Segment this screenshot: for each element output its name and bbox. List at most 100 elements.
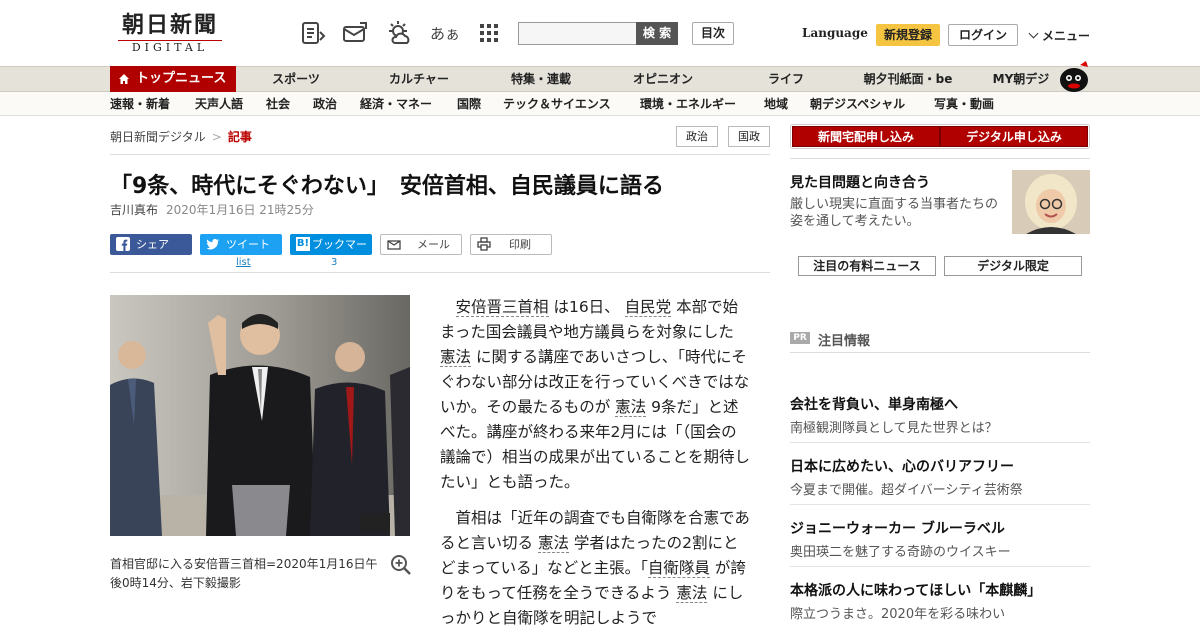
subnav-economy[interactable]: 経済・マネー xyxy=(360,92,432,116)
font-size-icon[interactable]: あぁ xyxy=(430,20,460,46)
subnav-tensei-jingo[interactable]: 天声人語 xyxy=(195,92,243,116)
tag-politics[interactable]: 政治 xyxy=(676,126,718,147)
subnav-region[interactable]: 地域 xyxy=(764,92,788,116)
keyword-link[interactable]: 憲法 xyxy=(440,348,472,367)
login-button[interactable]: ログイン xyxy=(948,24,1018,46)
mail-share-button[interactable]: メール xyxy=(380,234,462,255)
tag-national-politics[interactable]: 国政 xyxy=(728,126,770,147)
keyword-link[interactable]: 自衛隊員 xyxy=(647,559,710,578)
keyword-link[interactable]: 憲法 xyxy=(615,398,647,417)
publish-date: 2020年1月16日 21時25分 xyxy=(166,203,314,217)
mail-share-label: メール xyxy=(417,238,450,251)
pr-item-description: 南極観測隊員として見た世界とは？ xyxy=(790,421,998,436)
asahi-digital-logo[interactable]: 朝日新聞 DIGITAL xyxy=(110,12,230,56)
twitter-share-button[interactable]: ツイート xyxy=(200,234,282,255)
article-body: 安倍晋三首相 は16日、 自民党 本部で始まった国会議員や地方議員らを対象にした… xyxy=(440,295,750,630)
nav-item-newspaper[interactable]: 朝夕刊紙面・be xyxy=(856,66,960,92)
breadcrumb: 朝日新聞デジタル > 記事 xyxy=(110,128,252,145)
hatena-count[interactable]: 3 xyxy=(331,257,337,268)
index-button[interactable]: 目次 xyxy=(692,22,734,45)
digital-limited-button[interactable]: デジタル限定 xyxy=(944,256,1082,276)
divider xyxy=(790,566,1090,567)
apps-grid-icon[interactable] xyxy=(476,20,502,46)
subnav-environment[interactable]: 環境・エネルギー xyxy=(640,92,736,116)
twitter-count[interactable]: list xyxy=(236,257,251,268)
nav-item-opinion[interactable]: オピニオン xyxy=(622,66,704,92)
subnav-international[interactable]: 国際 xyxy=(457,92,481,116)
facebook-share-button[interactable]: シェア xyxy=(110,234,192,255)
pr-item-title[interactable]: 日本に広めたい、心のバリアフリー xyxy=(790,456,1014,476)
nav-item-sports[interactable]: スポーツ xyxy=(256,66,336,92)
subnav-tech-science[interactable]: テック＆サイエンス xyxy=(503,92,611,116)
article-title: 「9条、時代にそぐわない」 安倍首相、自民議員に語る xyxy=(110,174,664,199)
pr-item-description: 今夏まで開催。超ダイバーシティ芸術祭 xyxy=(790,483,1023,498)
subnav-society[interactable]: 社会 xyxy=(266,92,290,116)
menu-button[interactable]: メニュー xyxy=(1028,27,1090,44)
feature-thumbnail[interactable] xyxy=(1012,170,1090,234)
zoom-in-icon[interactable] xyxy=(390,554,412,576)
keyword-link[interactable]: 安倍晋三首相 xyxy=(455,298,549,317)
divider xyxy=(110,272,770,273)
digital-subscribe-button[interactable]: デジタル申し込み xyxy=(940,126,1088,147)
print-label: 印刷 xyxy=(509,238,531,251)
home-icon xyxy=(119,74,129,84)
logo-sub-text: DIGITAL xyxy=(118,40,222,55)
breadcrumb-separator: > xyxy=(211,130,222,144)
pr-item-title[interactable]: 本格派の人に味わってほしい「本麒麟」 xyxy=(790,580,1041,600)
feature-description: 厳しい現実に直面する当事者たちの姿を通して考えたい。 xyxy=(790,197,999,229)
facebook-icon xyxy=(116,237,130,251)
feature-title[interactable]: 見た目問題と向き合う xyxy=(790,172,930,192)
keyword-link[interactable]: 自民党 xyxy=(624,298,672,317)
divider xyxy=(790,158,1090,159)
breadcrumb-current: 記事 xyxy=(227,130,252,144)
subnav-special[interactable]: 朝デジスペシャル xyxy=(810,92,905,116)
pr-item-description: 際立つうまさ。2020年を彩る味わい xyxy=(790,607,1006,622)
nav-item-features[interactable]: 特集・連載 xyxy=(500,66,582,92)
divider xyxy=(110,154,770,155)
printer-icon xyxy=(477,237,491,251)
subnav-breaking[interactable]: 速報・新着 xyxy=(110,92,170,116)
article-photo[interactable] xyxy=(110,295,410,536)
byline: 吉川真布 2020年1月16日 21時25分 xyxy=(110,201,314,218)
language-link[interactable]: Language xyxy=(802,26,868,40)
mail-icon[interactable] xyxy=(342,20,368,46)
pr-item-description: 奥田瑛二を魅了する奇跡のウイスキー xyxy=(790,545,1011,560)
breadcrumb-home[interactable]: 朝日新聞デジタル xyxy=(110,130,206,144)
premium-news-button[interactable]: 注目の有料ニュース xyxy=(798,256,936,276)
divider xyxy=(790,442,1090,443)
nav-top-news[interactable]: トップニュース xyxy=(110,66,236,92)
pr-item-title[interactable]: 会社を背負い、単身南極へ xyxy=(790,394,958,414)
twitter-bird-icon xyxy=(206,238,219,250)
news-list-icon[interactable] xyxy=(300,20,326,46)
hatena-b-icon: B! xyxy=(296,237,310,251)
article-paragraph: 首相は「近年の調査でも自衛隊を合憲であると言い切る 憲法 学者はたったの2割にと… xyxy=(440,506,750,630)
chevron-down-icon xyxy=(1028,28,1039,39)
divider xyxy=(790,504,1090,505)
article-paragraph: 安倍晋三首相 は16日、 自民党 本部で始まった国会議員や地方議員らを対象にした… xyxy=(440,295,750,495)
facebook-share-label: シェア xyxy=(136,238,169,251)
pr-badge: PR xyxy=(790,332,810,344)
photo-caption: 首相官邸に入る安倍晋三首相=2020年1月16日午後0時14分、岩下毅撮影 xyxy=(110,557,378,590)
subnav-politics[interactable]: 政治 xyxy=(313,92,337,116)
nav-item-culture[interactable]: カルチャー xyxy=(378,66,460,92)
text-segment: は16日、 xyxy=(553,298,620,316)
divider xyxy=(790,352,1090,353)
nav-top-label: トップニュース xyxy=(136,71,227,86)
nav-item-my-asadigi[interactable]: MY朝デジ xyxy=(982,66,1060,92)
twitter-share-label: ツイート xyxy=(226,238,270,251)
logo-main-text: 朝日新聞 xyxy=(121,12,218,38)
weather-icon[interactable] xyxy=(386,20,412,46)
hatena-bookmark-button[interactable]: B! ブックマーク xyxy=(290,234,372,272)
register-button[interactable]: 新規登録 xyxy=(876,24,940,46)
nav-item-life[interactable]: ライフ xyxy=(748,66,824,92)
menu-label: メニュー xyxy=(1042,29,1091,43)
mascot-icon[interactable] xyxy=(1056,58,1092,94)
keyword-link[interactable]: 憲法 xyxy=(676,584,708,603)
home-delivery-button[interactable]: 新聞宅配申し込み xyxy=(792,126,940,147)
keyword-link[interactable]: 憲法 xyxy=(537,534,569,553)
search-input[interactable] xyxy=(518,22,638,45)
search-button[interactable]: 検 索 xyxy=(636,22,678,45)
print-button[interactable]: 印刷 xyxy=(470,234,552,255)
pr-item-title[interactable]: ジョニーウォーカー ブルーラベル xyxy=(790,518,1005,538)
subnav-photo-video[interactable]: 写真・動画 xyxy=(934,92,994,116)
